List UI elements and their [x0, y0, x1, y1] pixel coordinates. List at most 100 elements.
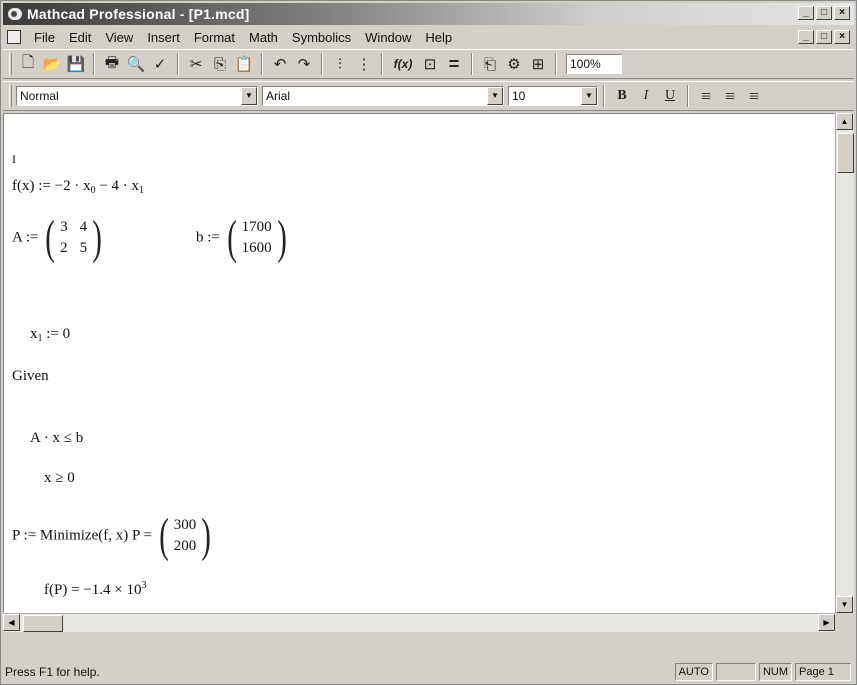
align-regions-icon[interactable]: ⊞ — [526, 53, 550, 75]
menu-help[interactable]: Help — [418, 30, 459, 45]
toolbar-separator — [177, 53, 179, 75]
calculate-icon[interactable]: = — [442, 53, 466, 75]
constraint-Ax-le-b[interactable]: A · x ≤ b — [30, 430, 83, 447]
align-right-icon[interactable]: ≡ — [742, 85, 766, 107]
scroll-right-icon[interactable]: ▶ — [818, 614, 835, 631]
open-folder-icon[interactable]: 📂 — [40, 53, 64, 75]
minimize-expression[interactable]: P := Minimize(f, x) P = ( 300 200 ) — [12, 512, 214, 560]
objective-result[interactable]: f(P) = −1.4 × 103 — [44, 580, 146, 599]
chevron-down-icon[interactable]: ▼ — [241, 87, 257, 105]
A-m21: 2 — [60, 240, 68, 256]
align-center-icon[interactable]: ≡ — [718, 85, 742, 107]
chevron-down-icon[interactable]: ▼ — [487, 87, 503, 105]
toolbar-separator — [381, 53, 383, 75]
doc-restore-button[interactable]: □ — [816, 30, 832, 44]
horizontal-scrollbar[interactable]: ◀ ▶ — [3, 613, 835, 632]
menu-math[interactable]: Math — [242, 30, 285, 45]
A-m22: 5 — [79, 240, 88, 256]
components-icon[interactable]: ⚙ — [502, 53, 526, 75]
maximize-button[interactable]: □ — [816, 6, 832, 20]
title-bar[interactable]: Mathcad Professional - [P1.mcd] _ □ × — [3, 3, 854, 25]
font-size-select[interactable]: 10 ▼ — [508, 86, 598, 106]
toolbar-separator — [261, 53, 263, 75]
menu-window[interactable]: Window — [358, 30, 418, 45]
b-definition[interactable]: b := ( 1700 1600 ) — [196, 214, 290, 262]
redo-icon[interactable]: ↷ — [292, 53, 316, 75]
worksheet[interactable]: I f(x) := −2 · x0 − 4 · x1 A := ( 3 4 2 … — [3, 113, 835, 613]
result-text: f(P) = −1.4 × 10 — [44, 582, 142, 598]
bold-button[interactable]: B — [610, 85, 634, 107]
undo-icon[interactable]: ↶ — [268, 53, 292, 75]
constraint-x-ge-0[interactable]: x ≥ 0 — [44, 470, 75, 487]
b-v2: 1600 — [241, 240, 272, 256]
x1-initialization[interactable]: x1 := 0 — [30, 326, 70, 344]
A-def-lhs: A := — [12, 229, 39, 246]
document-control-icon[interactable] — [7, 30, 21, 44]
style-select[interactable]: Normal ▼ — [16, 86, 258, 106]
resource-center-icon[interactable]: ⎗ — [478, 53, 502, 75]
left-paren: ( — [45, 211, 55, 264]
left-paren: ( — [158, 509, 169, 562]
spell-check-icon[interactable]: ✓ — [148, 53, 172, 75]
vertical-scrollbar[interactable]: ▲ ▼ — [835, 113, 854, 613]
A-definition[interactable]: A := ( 3 4 2 5 ) — [12, 214, 105, 262]
copy-icon[interactable]: ⎘ — [208, 53, 232, 75]
scroll-down-icon[interactable]: ▼ — [836, 596, 853, 613]
scroll-left-icon[interactable]: ◀ — [3, 614, 20, 631]
font-select[interactable]: Arial ▼ — [262, 86, 504, 106]
mathcad-app-icon[interactable] — [7, 7, 23, 21]
italic-button[interactable]: I — [634, 85, 658, 107]
toolbar-separator — [93, 53, 95, 75]
f-definition[interactable]: f(x) := −2 · x0 − 4 · x1 — [12, 178, 144, 196]
align-left-icon[interactable]: ≡ — [694, 85, 718, 107]
insert-graph-icon[interactable]: ⫶ — [328, 53, 352, 75]
zoom-input[interactable]: 100% — [566, 54, 622, 74]
insert-function-icon[interactable]: f(x) — [388, 53, 418, 75]
print-preview-icon[interactable]: 🔍 — [124, 53, 148, 75]
toolbar-separator — [321, 53, 323, 75]
insert-units-icon[interactable]: ⊡ — [418, 53, 442, 75]
x1-rhs: := 0 — [42, 326, 71, 342]
status-bar: Press F1 for help. AUTO NUM Page 1 — [3, 661, 854, 683]
f-def-mid: − 4 · x — [95, 178, 140, 194]
save-icon[interactable]: 💾 — [64, 53, 88, 75]
menu-insert[interactable]: Insert — [140, 30, 187, 45]
menu-view[interactable]: View — [98, 30, 140, 45]
P-v2: 200 — [173, 538, 197, 554]
status-page: Page 1 — [795, 663, 851, 681]
right-paren: ) — [201, 509, 211, 562]
scroll-up-icon[interactable]: ▲ — [836, 113, 853, 130]
horizontal-scroll-thumb[interactable] — [23, 615, 63, 632]
menu-edit[interactable]: Edit — [62, 30, 98, 45]
right-paren: ) — [276, 211, 287, 264]
cut-icon[interactable]: ✂ — [184, 53, 208, 75]
style-value: Normal — [20, 89, 59, 103]
underline-button[interactable]: U — [658, 85, 682, 107]
doc-close-button[interactable]: × — [834, 30, 850, 44]
font-size-value: 10 — [512, 89, 526, 103]
font-value: Arial — [266, 89, 291, 103]
b-vector: ( 1700 1600 ) — [224, 214, 290, 262]
status-num-lock: NUM — [758, 663, 792, 681]
mathcad-window: Mathcad Professional - [P1.mcd] _ □ × Fi… — [0, 0, 857, 685]
f-def-sub1: 1 — [139, 185, 145, 196]
menu-symbolics[interactable]: Symbolics — [285, 30, 358, 45]
given-keyword[interactable]: Given — [12, 368, 49, 385]
toolbar-grip[interactable] — [9, 53, 12, 75]
result-exponent: 3 — [141, 580, 147, 591]
vertical-scroll-thumb[interactable] — [837, 133, 854, 173]
minimize-button[interactable]: _ — [798, 6, 814, 20]
insert-matrix-icon[interactable]: ⋮ — [352, 53, 376, 75]
new-document-icon[interactable]: 🗋 — [16, 53, 40, 75]
toolbar-grip[interactable] — [9, 85, 12, 107]
paste-icon[interactable]: 📋 — [232, 53, 256, 75]
document-window-controls: _ □ × — [798, 30, 850, 44]
b-v1: 1700 — [241, 219, 272, 235]
print-icon[interactable]: 🖶 — [100, 53, 124, 75]
formatting-toolbar: Normal ▼ Arial ▼ 10 ▼ B I U ≡ ≡ ≡ — [3, 81, 854, 111]
menu-format[interactable]: Format — [187, 30, 242, 45]
chevron-down-icon[interactable]: ▼ — [581, 87, 597, 105]
doc-minimize-button[interactable]: _ — [798, 30, 814, 44]
menu-file[interactable]: File — [27, 30, 62, 45]
close-button[interactable]: × — [834, 6, 850, 20]
